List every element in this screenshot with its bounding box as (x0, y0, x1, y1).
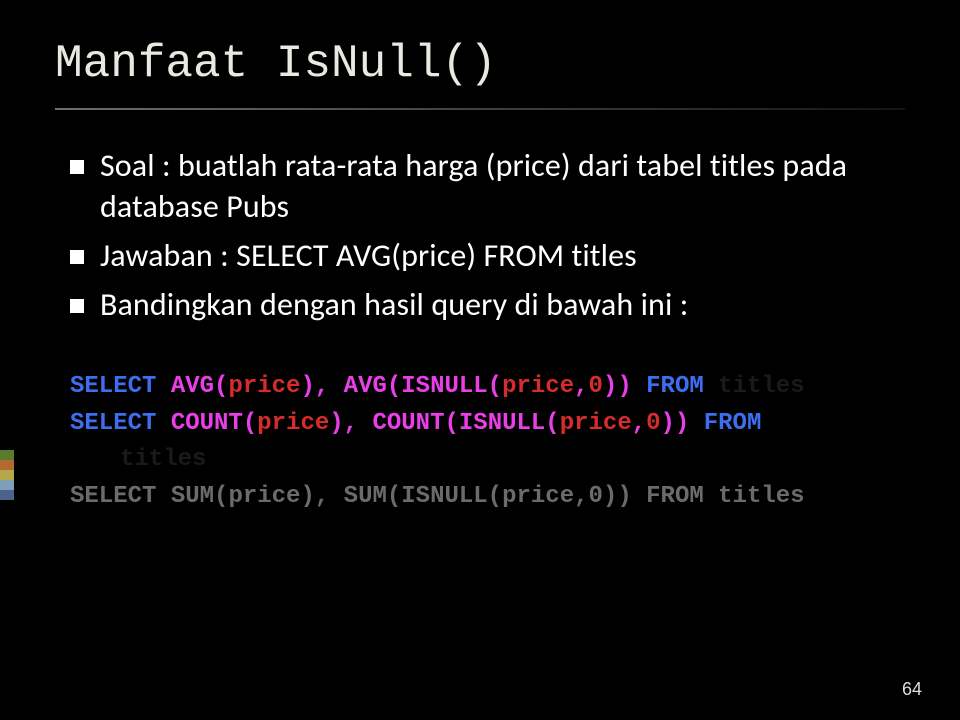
sql-function: COUNT( (171, 410, 257, 437)
sql-arg: price (502, 373, 574, 400)
sql-table: titles (718, 483, 804, 510)
bullet-item: Soal : buatlah rata-rata harga (price) d… (70, 146, 890, 228)
sql-function: )) (661, 410, 704, 437)
sql-function: )) (603, 483, 646, 510)
sql-arg: price (257, 410, 329, 437)
sql-keyword: SELECT (70, 483, 171, 510)
sql-arg: 0 (646, 410, 660, 437)
sql-table: titles (120, 446, 206, 473)
sql-function: AVG( (171, 373, 229, 400)
bullet-marker-icon (70, 299, 84, 313)
sql-function: , (574, 483, 588, 510)
page-number: 64 (902, 679, 922, 700)
bullet-text: Jawaban : SELECT AVG(price) FROM titles (100, 236, 637, 277)
code-block: SELECT AVG(price), AVG(ISNULL(price,0)) … (70, 372, 890, 513)
sql-arg: price (228, 483, 300, 510)
accent-stripe-icon (0, 450, 14, 500)
slide-body: Soal : buatlah rata-rata harga (price) d… (0, 110, 960, 513)
sql-function: , (574, 373, 588, 400)
bullet-item: Bandingkan dengan hasil query di bawah i… (70, 285, 890, 326)
sql-function: )) (603, 373, 646, 400)
sql-arg: 0 (589, 373, 603, 400)
sql-arg: price (228, 373, 300, 400)
sql-arg: price (502, 483, 574, 510)
sql-keyword: FROM (704, 410, 762, 437)
bullet-text: Soal : buatlah rata-rata harga (price) d… (100, 146, 890, 228)
code-line-1: SELECT AVG(price), AVG(ISNULL(price,0)) … (70, 372, 890, 403)
sql-function: , (632, 410, 646, 437)
slide: Manfaat IsNull() Soal : buatlah rata-rat… (0, 0, 960, 720)
code-line-2-cont: titles (70, 445, 890, 476)
bullet-item: Jawaban : SELECT AVG(price) FROM titles (70, 236, 890, 277)
sql-function: SUM( (171, 483, 229, 510)
sql-table: titles (718, 373, 804, 400)
slide-title: Manfaat IsNull() (0, 0, 960, 90)
sql-arg: price (560, 410, 632, 437)
bullet-marker-icon (70, 250, 84, 264)
sql-function: ), AVG(ISNULL( (300, 373, 502, 400)
sql-keyword: SELECT (70, 410, 171, 437)
sql-arg: 0 (589, 483, 603, 510)
bullet-text: Bandingkan dengan hasil query di bawah i… (100, 285, 688, 326)
sql-keyword: SELECT (70, 373, 171, 400)
code-line-2: SELECT COUNT(price), COUNT(ISNULL(price,… (70, 409, 890, 440)
sql-function: ), COUNT(ISNULL( (329, 410, 559, 437)
bullet-marker-icon (70, 160, 84, 174)
sql-function: ), SUM(ISNULL( (300, 483, 502, 510)
code-line-3: SELECT SUM(price), SUM(ISNULL(price,0)) … (70, 482, 890, 513)
sql-keyword: FROM (646, 373, 718, 400)
sql-keyword: FROM (646, 483, 718, 510)
